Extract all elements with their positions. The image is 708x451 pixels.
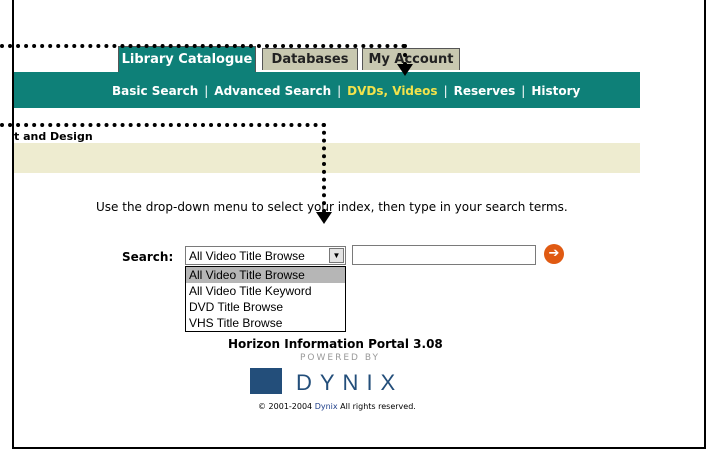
annotation-arrow-icon (397, 64, 413, 76)
annotation-arrow-icon (316, 212, 332, 224)
search-label: Search: (122, 250, 174, 264)
dropdown-option[interactable]: DVD Title Browse (186, 299, 345, 315)
annotation-dotted-line (403, 44, 411, 66)
index-select[interactable]: All Video Title Browse ▼ (185, 246, 346, 265)
portal-name: Horizon Information Portal 3.08 (228, 337, 443, 351)
search-input[interactable] (352, 245, 536, 265)
index-select-value: All Video Title Browse (189, 249, 305, 263)
copyright-suffix: All rights reserved. (340, 402, 416, 411)
dynix-link[interactable]: Dynix (315, 402, 338, 411)
index-dropdown-list: All Video Title Browse All Video Title K… (185, 266, 346, 332)
subnav: Basic Search | Advanced Search | DVDs, Video… (112, 84, 580, 98)
subnav-advanced-search[interactable]: Advanced Search (214, 84, 331, 98)
subnav-history[interactable]: History (531, 84, 580, 98)
dynix-mark-icon (250, 368, 282, 394)
subnav-separator: | (337, 84, 342, 98)
dropdown-option[interactable]: All Video Title Browse (186, 267, 345, 283)
dropdown-option[interactable]: All Video Title Keyword (186, 283, 345, 299)
powered-by-label: POWERED BY (300, 353, 381, 363)
subnav-separator: | (204, 84, 209, 98)
subnav-separator: | (521, 84, 526, 98)
copyright-prefix: © 2001-2004 (258, 402, 313, 411)
section-title: t and Design (14, 130, 93, 143)
dropdown-option[interactable]: VHS Title Browse (186, 315, 345, 331)
annotation-dotted-line (0, 44, 406, 52)
dynix-wordmark: DYNIX (296, 370, 404, 395)
chevron-down-icon[interactable]: ▼ (329, 248, 344, 263)
copyright: © 2001-2004 Dynix All rights reserved. (258, 402, 416, 411)
go-arrow-button[interactable]: ➔ (544, 244, 564, 264)
dynix-logo: DYNIX (250, 368, 450, 398)
annotation-dotted-line (0, 123, 326, 131)
annotation-dotted-line (322, 123, 330, 213)
subnav-separator: | (443, 84, 448, 98)
subnav-reserves[interactable]: Reserves (454, 84, 516, 98)
subnav-basic-search[interactable]: Basic Search (112, 84, 198, 98)
subnav-dvds-videos[interactable]: DVDs, Videos (347, 84, 437, 98)
